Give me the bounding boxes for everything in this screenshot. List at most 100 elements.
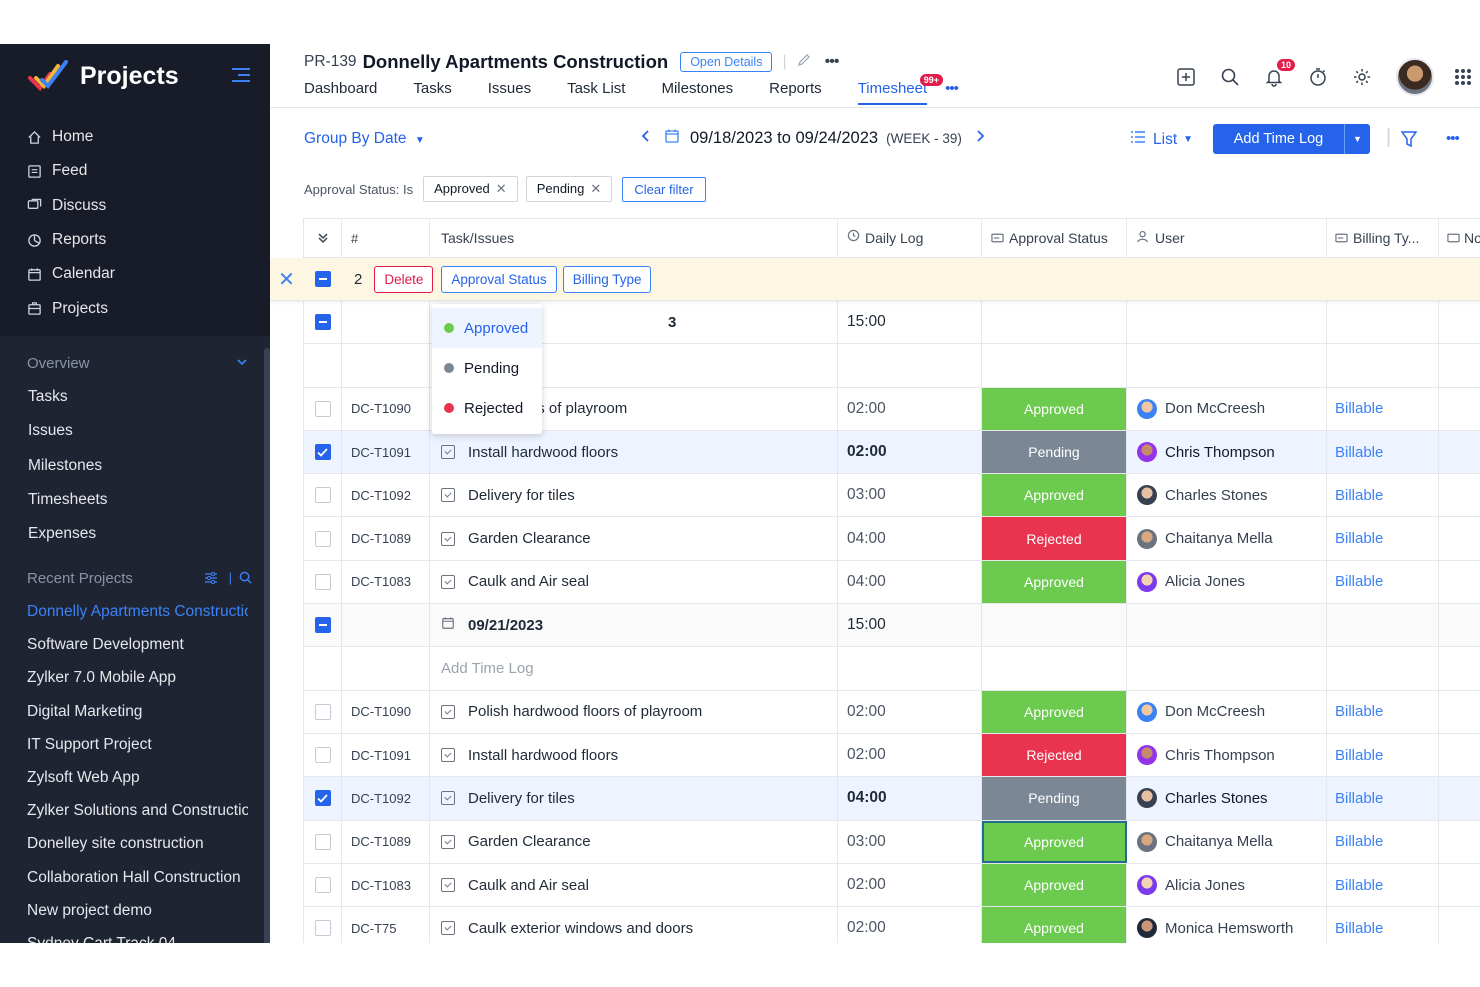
recent-project-item[interactable]: Digital Marketing (0, 695, 248, 728)
table-row[interactable]: DC-T75 Caulk exterior windows and doors 02… (303, 907, 1480, 943)
sidebar-item-tasks[interactable]: Tasks (0, 380, 270, 414)
table-row[interactable]: DC-T1092 Delivery for tiles 03:00 Approved C… (303, 474, 1480, 518)
tab-issues[interactable]: Issues (488, 80, 531, 105)
approval-status-badge[interactable]: Approved (982, 474, 1127, 517)
open-details-button[interactable]: Open Details (680, 52, 773, 72)
sidebar-item-milestones[interactable]: Milestones (0, 449, 270, 483)
column-header-user[interactable]: User (1127, 219, 1327, 257)
next-week-icon[interactable] (974, 129, 986, 148)
row-checkbox[interactable] (314, 833, 331, 850)
tab-reports[interactable]: Reports (769, 80, 822, 105)
more-options-icon[interactable]: ••• (825, 53, 840, 71)
billing-type[interactable]: Billable (1327, 907, 1439, 943)
task-id[interactable]: DC-T75 (342, 907, 430, 943)
recent-project-item[interactable]: New project demo (0, 894, 248, 927)
approval-status-badge[interactable]: Approved (982, 820, 1127, 863)
recent-project-item[interactable]: Zylker Solutions and Construction (0, 795, 248, 828)
table-row[interactable]: DC-T1083 Caulk and Air seal 02:00 Approved A… (303, 863, 1480, 908)
daily-log[interactable]: 02:00 (838, 733, 982, 777)
billing-type[interactable]: Billable (1327, 863, 1439, 907)
daily-log[interactable]: 04:00 (838, 517, 982, 560)
billing-type[interactable]: Billable (1327, 387, 1439, 430)
recent-project-item[interactable]: Zylsoft Web App (0, 761, 248, 794)
task-id[interactable]: DC-T1083 (342, 560, 430, 604)
approval-status-badge[interactable]: Rejected (982, 517, 1127, 560)
daily-log[interactable]: 02:00 (838, 907, 982, 943)
column-header-approval-status[interactable]: Approval Status (982, 219, 1127, 257)
calendar-picker-icon[interactable] (664, 128, 680, 149)
daily-log[interactable]: 04:00 (838, 777, 982, 820)
task-id[interactable]: DC-T1090 (342, 690, 430, 733)
approval-status-badge[interactable]: Approved (982, 690, 1127, 733)
notes-cell[interactable] (1439, 561, 1480, 603)
add-time-log-button[interactable]: Add Time Log ▼ (1213, 124, 1370, 154)
notes-cell[interactable] (1439, 388, 1480, 430)
user-cell[interactable]: Chris Thompson (1127, 733, 1327, 777)
add-time-log-dropdown-icon[interactable]: ▼ (1344, 124, 1370, 154)
user-cell[interactable]: Chris Thompson (1127, 430, 1327, 474)
tab-timesheet[interactable]: Timesheet 99+ (857, 74, 943, 105)
close-selection-icon[interactable]: ✕ (270, 267, 303, 292)
checkbox-partial[interactable] (314, 271, 331, 287)
sidebar-scrollbar[interactable] (264, 348, 270, 943)
tab-dashboard[interactable]: Dashboard (304, 80, 377, 105)
row-checkbox[interactable] (314, 920, 331, 937)
row-checkbox[interactable] (314, 747, 331, 764)
sidebar-item-feed[interactable]: Feed (0, 154, 270, 188)
filter-chip-pending[interactable]: Pending ✕ (525, 176, 613, 202)
menu-item-pending[interactable]: Pending (432, 348, 542, 388)
daily-log[interactable]: 02:00 (838, 863, 982, 907)
notes-cell[interactable] (1439, 431, 1480, 473)
task-name-cell[interactable]: Garden Clearance (430, 820, 838, 863)
group-by-dropdown[interactable]: Group By Date ▼ (304, 130, 425, 148)
task-name-cell[interactable]: Caulk and Air seal (430, 863, 838, 907)
column-header-notes[interactable]: No (1439, 219, 1480, 257)
filter-settings-icon[interactable] (204, 571, 218, 589)
table-row[interactable]: DC-T1083 Caulk and Air seal 04:00 Approved A… (303, 560, 1480, 605)
daily-log[interactable]: 02:00 (838, 430, 982, 474)
tab-tasks[interactable]: Tasks (413, 80, 451, 105)
recent-project-item[interactable]: IT Support Project (0, 728, 248, 761)
task-id[interactable]: DC-T1091 (342, 733, 430, 777)
user-cell[interactable]: Chaitanya Mella (1127, 517, 1327, 560)
daily-log[interactable]: 03:00 (838, 474, 982, 517)
approval-status-badge[interactable]: Pending (982, 430, 1127, 474)
sidebar-item-timesheets[interactable]: Timesheets (0, 483, 270, 517)
add-time-log-link[interactable]: Add Time Log (430, 647, 838, 690)
daily-log[interactable]: 02:00 (838, 690, 982, 733)
checkbox-partial[interactable] (314, 314, 331, 331)
menu-item-rejected[interactable]: Rejected (432, 388, 542, 428)
task-name-cell[interactable]: Delivery for tiles (430, 474, 838, 517)
column-header-task[interactable]: Task/Issues (430, 219, 838, 257)
view-switcher-dropdown[interactable]: List ▼ (1130, 130, 1193, 149)
recent-project-item[interactable]: Software Development (0, 629, 248, 662)
billing-type[interactable]: Billable (1327, 733, 1439, 777)
table-row[interactable]: DC-T1089 Garden Clearance 03:00 Approved Cha… (303, 820, 1480, 864)
search-icon[interactable] (239, 571, 252, 588)
table-row[interactable]: DC-T1091 Install hardwood floors 02:00 Reje… (303, 733, 1480, 778)
notes-cell[interactable] (1439, 474, 1480, 516)
settings-gear-icon[interactable] (1340, 59, 1384, 95)
date-group-row[interactable]: 09/21/2023 15:00 (303, 604, 1480, 648)
row-checkbox[interactable] (314, 703, 331, 720)
add-time-log-row[interactable]: Add Time Log (303, 647, 1480, 691)
task-id[interactable]: DC-T1089 (342, 820, 430, 863)
table-row[interactable]: DC-T1091 Install hardwood floors 02:00 Pend… (303, 430, 1480, 475)
add-new-icon[interactable] (1164, 59, 1208, 95)
daily-log[interactable]: 03:00 (838, 820, 982, 863)
approval-status-badge[interactable]: Approved (982, 907, 1127, 943)
approval-status-badge[interactable]: Approved (982, 863, 1127, 907)
user-cell[interactable]: Don McCreesh (1127, 387, 1327, 430)
approval-status-button[interactable]: Approval Status (441, 265, 557, 293)
approval-status-badge[interactable]: Pending (982, 777, 1127, 820)
task-name-cell[interactable]: Polish hardwood floors of playroom (430, 690, 838, 733)
task-id[interactable]: DC-T1089 (342, 517, 430, 560)
notification-bell-icon[interactable]: 10 (1252, 59, 1296, 95)
user-avatar[interactable] (1396, 58, 1434, 96)
approval-status-badge[interactable]: Approved (982, 560, 1127, 604)
row-checkbox[interactable] (314, 530, 331, 547)
sidebar-item-reports[interactable]: Reports (0, 223, 270, 257)
search-icon[interactable] (1208, 59, 1252, 95)
notes-cell[interactable] (1439, 691, 1480, 733)
task-id[interactable]: DC-T1083 (342, 863, 430, 907)
